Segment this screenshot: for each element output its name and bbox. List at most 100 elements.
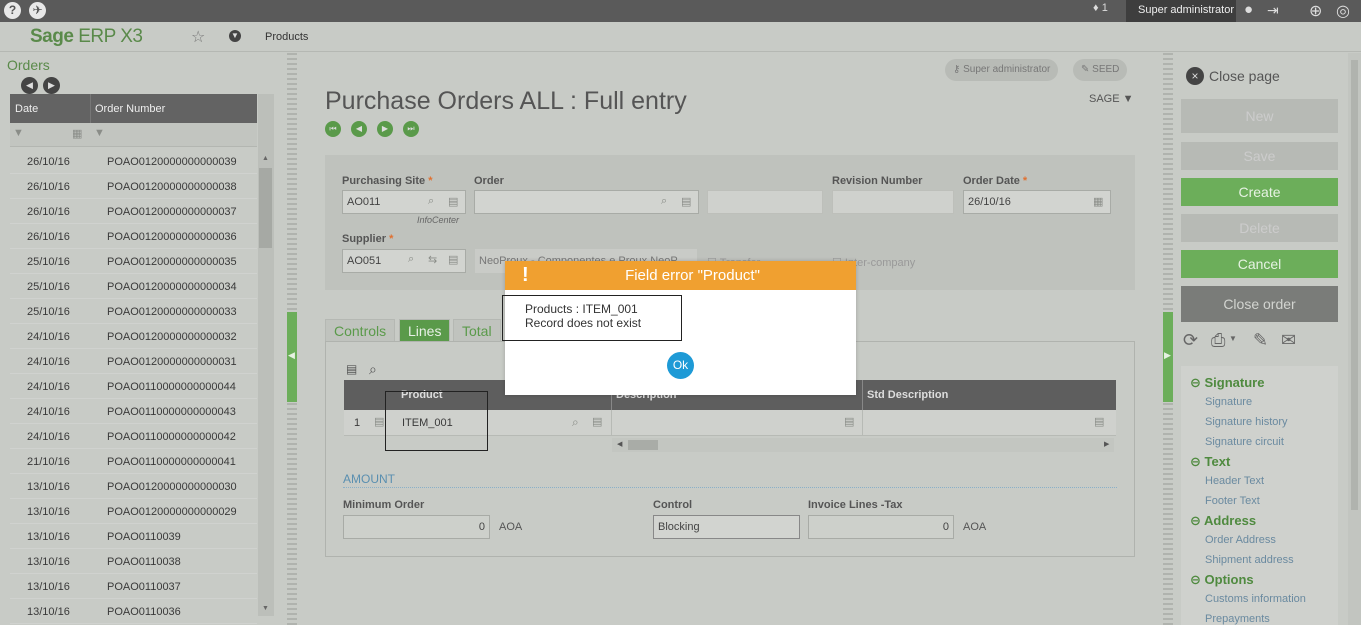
tab-total[interactable]: Total bbox=[453, 319, 501, 341]
revision-number-field[interactable] bbox=[832, 190, 954, 214]
close-page-button[interactable]: Close page bbox=[1209, 68, 1280, 84]
table-row[interactable]: 26/10/16 POAO0120000000000036 bbox=[10, 224, 257, 249]
close-order-button[interactable]: Close order bbox=[1181, 286, 1338, 322]
globe-icon[interactable]: ◎ bbox=[1336, 1, 1350, 21]
control-field[interactable]: Blocking bbox=[653, 515, 800, 539]
orders-scroll-thumb[interactable] bbox=[259, 168, 272, 248]
link-signature-circuit[interactable]: Signature circuit bbox=[1205, 436, 1284, 448]
favorite-star-icon[interactable]: ☆ bbox=[191, 27, 205, 47]
lookup-icon[interactable]: ▤ bbox=[592, 415, 602, 428]
table-row[interactable]: 26/10/16 POAO0120000000000039 bbox=[10, 149, 257, 174]
order-date-field[interactable]: 26/10/16 bbox=[963, 190, 1111, 214]
logout-icon[interactable]: ⇥ bbox=[1267, 2, 1279, 19]
lookup-icon[interactable]: ▤ bbox=[448, 253, 458, 266]
section-text[interactable]: ⊖ Text bbox=[1190, 454, 1230, 470]
tab-controls[interactable]: Controls bbox=[325, 319, 396, 341]
table-row[interactable]: 21/10/16 POAO0110000000000041 bbox=[10, 449, 257, 474]
filter-icon[interactable]: ▼ bbox=[94, 127, 105, 139]
link-shipment-address[interactable]: Shipment address bbox=[1205, 554, 1294, 566]
col-std-description[interactable]: Std Description bbox=[867, 389, 948, 401]
create-button[interactable]: Create bbox=[1181, 178, 1338, 206]
refresh-icon[interactable]: ⟳ bbox=[1183, 330, 1198, 351]
print-caret-icon[interactable]: ▼ bbox=[1229, 334, 1237, 343]
lookup-icon[interactable]: ▤ bbox=[844, 415, 854, 428]
previous-record-icon[interactable]: ◀ bbox=[351, 121, 367, 137]
right-scroll-thumb[interactable] bbox=[1351, 60, 1358, 510]
calendar-icon[interactable]: ▦ bbox=[1093, 195, 1103, 208]
close-icon[interactable]: × bbox=[1186, 67, 1204, 85]
table-row[interactable]: 24/10/16 POAO0120000000000032 bbox=[10, 324, 257, 349]
search-icon[interactable]: ⌕ bbox=[408, 253, 414, 266]
lookup-icon[interactable]: ▤ bbox=[681, 195, 691, 208]
col-date[interactable]: Date bbox=[15, 103, 38, 115]
order-extra-field[interactable] bbox=[707, 190, 823, 214]
delete-button[interactable]: Delete bbox=[1181, 214, 1338, 242]
minimum-order-field[interactable]: 0 bbox=[343, 515, 490, 539]
search-icon[interactable]: ⌕ bbox=[661, 195, 667, 208]
lookup-icon[interactable]: ▤ bbox=[448, 195, 458, 208]
first-record-icon[interactable]: ⏮ bbox=[325, 121, 341, 137]
invoice-tax-field[interactable]: 0 bbox=[808, 515, 954, 539]
table-row[interactable]: 24/10/16 POAO0110000000000044 bbox=[10, 374, 257, 399]
alert-count[interactable]: ♦ 1 bbox=[1093, 2, 1108, 14]
link-customs-information[interactable]: Customs information bbox=[1205, 593, 1306, 605]
lookup-icon[interactable]: ▤ bbox=[1094, 415, 1104, 428]
next-page-icon[interactable]: ▶ bbox=[43, 77, 60, 94]
scroll-right-icon[interactable]: ▶ bbox=[1104, 440, 1109, 448]
section-options[interactable]: ⊖ Options bbox=[1190, 572, 1254, 588]
scroll-down-icon[interactable]: ▼ bbox=[262, 605, 269, 612]
comment-icon[interactable]: ✉ bbox=[1281, 330, 1296, 351]
search-icon[interactable]: ⌕ bbox=[369, 361, 377, 378]
filter-icon[interactable]: ▼ bbox=[13, 127, 24, 139]
link-footer-text[interactable]: Footer Text bbox=[1205, 495, 1260, 507]
table-row[interactable]: 24/10/16 POAO0110000000000043 bbox=[10, 399, 257, 424]
collapse-left-handle[interactable]: ◀ bbox=[287, 312, 297, 402]
section-address[interactable]: ⊖ Address bbox=[1190, 513, 1256, 529]
user-pill[interactable]: ⚷ Super administrator bbox=[945, 59, 1059, 81]
infocenter-link[interactable]: InfoCenter bbox=[417, 215, 459, 225]
collapse-right-handle[interactable]: ▶ bbox=[1163, 312, 1173, 402]
link-icon[interactable]: ⇆ bbox=[428, 253, 437, 266]
table-row[interactable]: 26/10/16 POAO0120000000000037 bbox=[10, 199, 257, 224]
table-row[interactable]: 25/10/16 POAO0120000000000033 bbox=[10, 299, 257, 324]
table-row[interactable]: 24/10/16 POAO0120000000000031 bbox=[10, 349, 257, 374]
table-row[interactable]: 26/10/16 POAO0120000000000038 bbox=[10, 174, 257, 199]
section-signature[interactable]: ⊖ Signature bbox=[1190, 375, 1264, 391]
table-row[interactable]: 13/10/16 POAO0110038 bbox=[10, 549, 257, 574]
prev-page-icon[interactable]: ◀ bbox=[21, 77, 38, 94]
link-signature[interactable]: Signature bbox=[1205, 396, 1252, 408]
next-record-icon[interactable]: ▶ bbox=[377, 121, 393, 137]
table-row[interactable]: 13/10/16 POAO0110039 bbox=[10, 524, 257, 549]
grid-options-icon[interactable]: ▤ bbox=[346, 362, 357, 376]
cancel-button[interactable]: Cancel bbox=[1181, 250, 1338, 278]
table-row[interactable]: 25/10/16 POAO0120000000000035 bbox=[10, 249, 257, 274]
lines-hscroll[interactable] bbox=[612, 438, 1114, 452]
lines-hscroll-thumb[interactable] bbox=[628, 440, 658, 450]
link-order-address[interactable]: Order Address bbox=[1205, 534, 1276, 546]
save-button[interactable]: Save bbox=[1181, 142, 1338, 170]
search-icon[interactable]: ⌕ bbox=[428, 195, 434, 208]
print-icon[interactable]: ⎙ bbox=[1211, 330, 1225, 351]
link-header-text[interactable]: Header Text bbox=[1205, 475, 1264, 487]
chevron-down-icon[interactable]: ▼ bbox=[229, 30, 241, 42]
folder-menu[interactable]: SAGE ▼ bbox=[1089, 93, 1134, 105]
help-icon[interactable]: ? bbox=[4, 2, 21, 19]
tab-lines[interactable]: Lines bbox=[399, 319, 451, 341]
table-row[interactable]: 13/10/16 POAO0110037 bbox=[10, 574, 257, 599]
link-signature-history[interactable]: Signature history bbox=[1205, 416, 1288, 428]
calendar-icon[interactable]: ▦ bbox=[72, 127, 82, 140]
user-avatar-icon[interactable]: ● bbox=[1244, 1, 1253, 18]
search-icon[interactable]: ⌕ bbox=[572, 415, 579, 430]
table-row[interactable]: 13/10/16 POAO0120000000000029 bbox=[10, 499, 257, 524]
table-row[interactable]: 13/10/16 POAO0120000000000030 bbox=[10, 474, 257, 499]
row-menu-icon[interactable]: ▤ bbox=[374, 415, 384, 428]
new-button[interactable]: New bbox=[1181, 99, 1338, 133]
last-record-icon[interactable]: ⏭ bbox=[403, 121, 419, 137]
col-order-number[interactable]: Order Number bbox=[95, 103, 165, 115]
sage-logo[interactable]: Sage ERP X3 bbox=[30, 26, 143, 48]
scroll-up-icon[interactable]: ▲ bbox=[262, 155, 269, 162]
settings-icon[interactable]: ⊕ bbox=[1309, 1, 1322, 21]
scroll-left-icon[interactable]: ◀ bbox=[617, 440, 622, 448]
folder-pill[interactable]: ✎ SEED bbox=[1073, 59, 1128, 81]
ok-button[interactable]: Ok bbox=[667, 352, 694, 379]
